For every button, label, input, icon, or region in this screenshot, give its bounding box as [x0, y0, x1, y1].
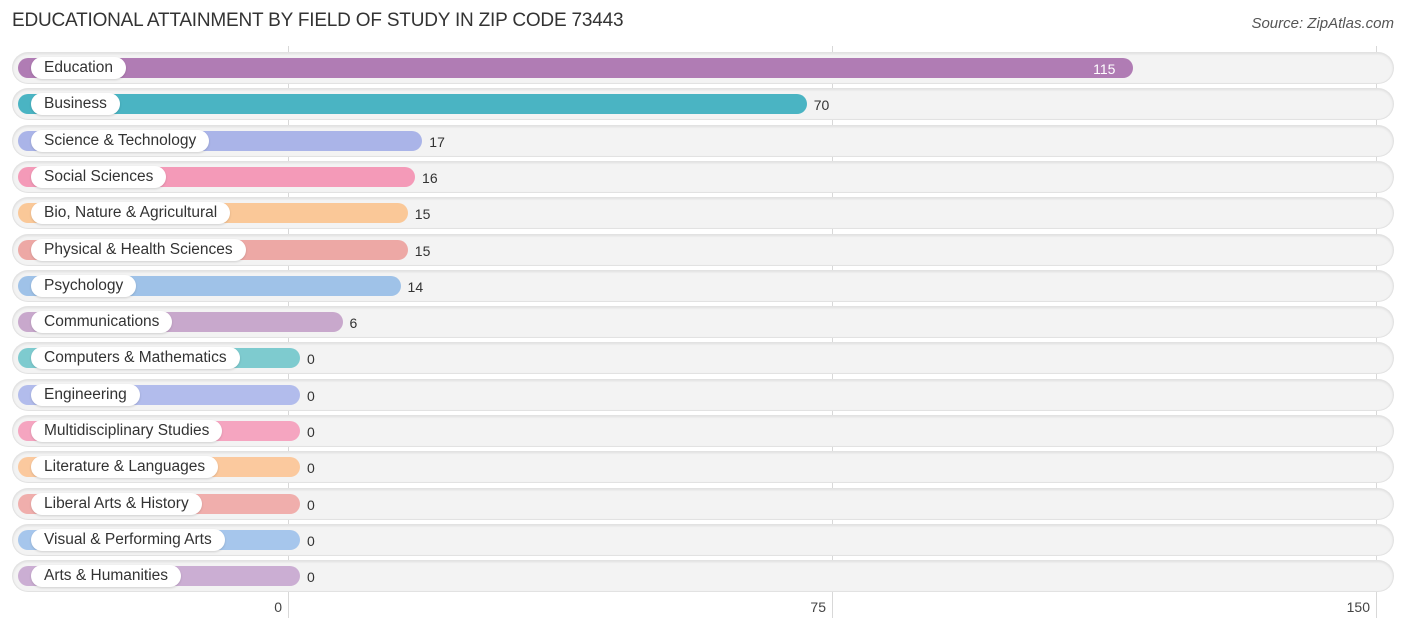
category-label: Communications: [31, 311, 173, 334]
category-label: Business: [31, 93, 120, 116]
category-label: Engineering: [31, 383, 140, 406]
value-label: 17: [429, 133, 445, 150]
category-label: Social Sciences: [31, 165, 167, 188]
value-label: 115: [1093, 61, 1116, 77]
value-label: 0: [307, 460, 315, 477]
category-label: Bio, Nature & Agricultural: [31, 202, 231, 225]
value-label: 70: [813, 97, 830, 114]
value-label: 15: [414, 206, 431, 223]
category-label: Liberal Arts & History: [31, 492, 202, 515]
value-label: 0: [307, 496, 315, 513]
category-label: Multidisciplinary Studies: [31, 420, 223, 442]
value-label: 0: [307, 424, 315, 440]
category-label: Arts & Humanities: [31, 565, 182, 588]
category-label: Physical & Health Sciences: [31, 238, 246, 261]
category-label: Visual & Performing Arts: [31, 528, 225, 551]
category-label: Science & Technology: [31, 129, 210, 152]
bar[interactable]: [18, 58, 1134, 78]
value-label: 0: [307, 532, 315, 549]
value-label: 6: [349, 315, 358, 332]
bar-chart: 0 75 150 Education 115 Business 70 Science & Te…: [0, 0, 1406, 631]
category-label: Psychology: [31, 274, 137, 297]
value-label: 0: [307, 351, 315, 368]
category-label: Education: [31, 57, 126, 79]
value-label: 15: [414, 242, 431, 259]
value-label: 0: [307, 569, 315, 586]
x-tick-label: 150: [1346, 599, 1370, 615]
category-label: Computers & Mathematics: [31, 347, 240, 370]
x-tick-label: 0: [274, 599, 282, 615]
x-tick-label: 75: [810, 599, 826, 615]
value-label: 16: [422, 169, 438, 186]
value-label: 0: [307, 387, 315, 404]
category-label: Literature & Languages: [31, 456, 219, 479]
bar[interactable]: [18, 94, 807, 115]
value-label: 14: [407, 278, 424, 295]
